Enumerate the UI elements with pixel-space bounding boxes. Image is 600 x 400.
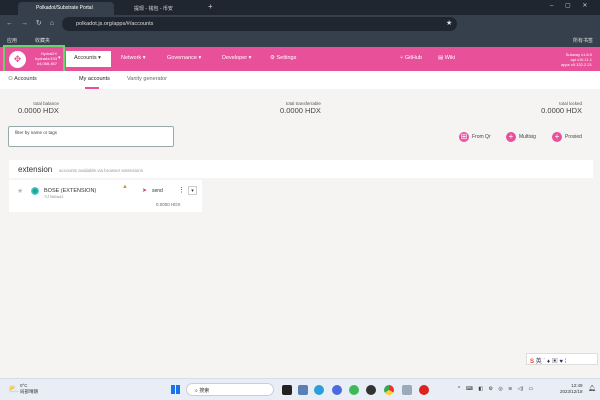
taskbar-app-icon[interactable]	[282, 385, 292, 395]
identicon-icon	[31, 187, 39, 195]
chain-logo-icon: ✥	[9, 51, 26, 68]
active-tab-indicator	[85, 87, 99, 89]
bookmark-star-icon[interactable]: ★	[446, 19, 452, 27]
all-bookmarks[interactable]: 所有书签	[573, 37, 593, 44]
extension-title: extension	[18, 165, 53, 174]
tab-my-accounts[interactable]: My accounts	[79, 76, 110, 82]
browser-tab-bar: Polkadot/Substrate Portal 提现 - 钱包 - 币安 +…	[0, 0, 600, 15]
ime-toolbar[interactable]: S 英 ˙ ♦ ▣ ♥ ⁞	[526, 353, 598, 365]
tab-polkadot[interactable]: Polkadot/Substrate Portal	[18, 2, 114, 15]
taskbar-search[interactable]: ⌕ 搜索	[186, 383, 274, 396]
top-nav: ✥ HydraDX hydradx/193 #4,068,467 ▾ Accou…	[0, 45, 600, 73]
extension-subtitle: accounts available via browser extension…	[59, 168, 144, 173]
bookmark-apps[interactable]: 应用	[7, 37, 17, 44]
taskbar: ⛅ 0°C 局部晴朗 ⌕ 搜索 ^ ⌨ ◧ ⚙ ◎ ≋ ◁) ▭ 12:49 202…	[0, 378, 600, 400]
favorite-star-icon[interactable]: ★	[17, 187, 23, 195]
nav-governance[interactable]: Governance ▾	[167, 55, 201, 61]
qq-icon[interactable]	[366, 385, 376, 395]
bookmark-favorites[interactable]: 收藏夹	[35, 37, 50, 44]
windows-start-icon[interactable]	[171, 385, 180, 394]
nav-network[interactable]: Network ▾	[121, 55, 145, 61]
taskbar-app-icon[interactable]	[419, 385, 429, 395]
taskbar-app-icon[interactable]	[332, 385, 342, 395]
new-tab-button[interactable]: +	[208, 2, 213, 11]
wechat-icon[interactable]	[349, 385, 359, 395]
from-qr-button[interactable]: ⊞ From Qr	[459, 132, 491, 142]
telegram-icon[interactable]	[314, 385, 324, 395]
nav-github[interactable]: ⑂ GitHub	[400, 55, 422, 61]
summary-locked: total locked 0.0000 HDX	[541, 101, 582, 115]
extension-header: extension accounts available via browser…	[9, 160, 593, 178]
account-row: ★ BOSE (EXTENSION) 7LT9fUNs42 ▲ ➤ send ⋮…	[9, 180, 202, 212]
warning-icon: ▲	[122, 184, 128, 190]
weather-icon[interactable]: ⛅	[8, 384, 19, 395]
nav-developer[interactable]: Developer ▾	[222, 55, 251, 61]
plus-icon: +	[506, 132, 516, 142]
nav-settings[interactable]: ⚙ Settings	[270, 55, 296, 61]
tab-label: 提现 - 钱包 - 币安	[134, 6, 173, 12]
qr-icon: ⊞	[459, 132, 469, 142]
url-input[interactable]: polkadot.js.org/apps/#/accounts	[62, 17, 457, 31]
chrome-icon[interactable]	[384, 385, 394, 395]
summary-total-balance: total balance 0.0000 HDX	[18, 101, 59, 115]
send-button[interactable]: send	[152, 188, 163, 194]
summary-transferrable: total transferrable 0.0000 HDX	[280, 101, 321, 115]
expand-chevron-icon[interactable]: ▾	[188, 186, 197, 195]
account-name: BOSE (EXTENSION)	[44, 188, 97, 194]
tab-binance[interactable]: 提现 - 钱包 - 币安	[116, 2, 202, 15]
sub-nav: ⚇ Accounts My accounts Vanity generator	[0, 71, 600, 89]
system-tray[interactable]: ^ ⌨ ◧ ⚙ ◎ ≋ ◁) ▭	[458, 386, 533, 392]
bookmarks-bar: 应用 收藏夹 所有书签	[0, 34, 600, 47]
taskbar-app-icon[interactable]	[402, 385, 412, 395]
multisig-button[interactable]: + Multisig	[506, 132, 536, 142]
account-balance: 0.0000 HDX	[156, 202, 181, 207]
filter-input[interactable]: filter by name or tags	[8, 126, 174, 147]
tab-label: Polkadot/Substrate Portal	[36, 5, 93, 11]
taskbar-app-icon[interactable]	[298, 385, 308, 395]
proxied-button[interactable]: + Proxied	[552, 132, 582, 142]
nav-accounts[interactable]: Accounts ▾	[66, 51, 111, 67]
nav-wiki[interactable]: ▤ Wiki	[438, 55, 455, 61]
account-address[interactable]: 7LT9fUNs42	[44, 195, 63, 199]
window-controls[interactable]: – ▢ ✕	[550, 2, 587, 9]
send-icon[interactable]: ➤	[142, 187, 147, 194]
notification-bell-icon[interactable]: 🔔︎	[588, 385, 596, 392]
chain-selector[interactable]: ✥ HydraDX hydradx/193 #4,068,467 ▾	[3, 45, 65, 73]
chevron-down-icon: ▾	[58, 55, 61, 61]
sogou-icon: S	[530, 359, 535, 365]
url-text: polkadot.js.org/apps/#/accounts	[76, 21, 154, 27]
plus-icon: +	[552, 132, 562, 142]
section-title: ⚇ Accounts	[8, 76, 37, 82]
tab-vanity-generator[interactable]: Vanity generator	[127, 76, 167, 82]
version-info: Subway v1.8.0 api v10.11.1 apps v0.132.2-2…	[561, 52, 592, 67]
nav-buttons[interactable]: ← → ↻ ⌂	[6, 19, 54, 27]
block-number: #4,068,467	[36, 61, 57, 66]
more-options-icon[interactable]: ⋮	[178, 186, 185, 194]
weather-widget[interactable]: 0°C 局部晴朗	[20, 383, 38, 395]
clock[interactable]: 12:49 2023/12/18	[560, 383, 583, 395]
